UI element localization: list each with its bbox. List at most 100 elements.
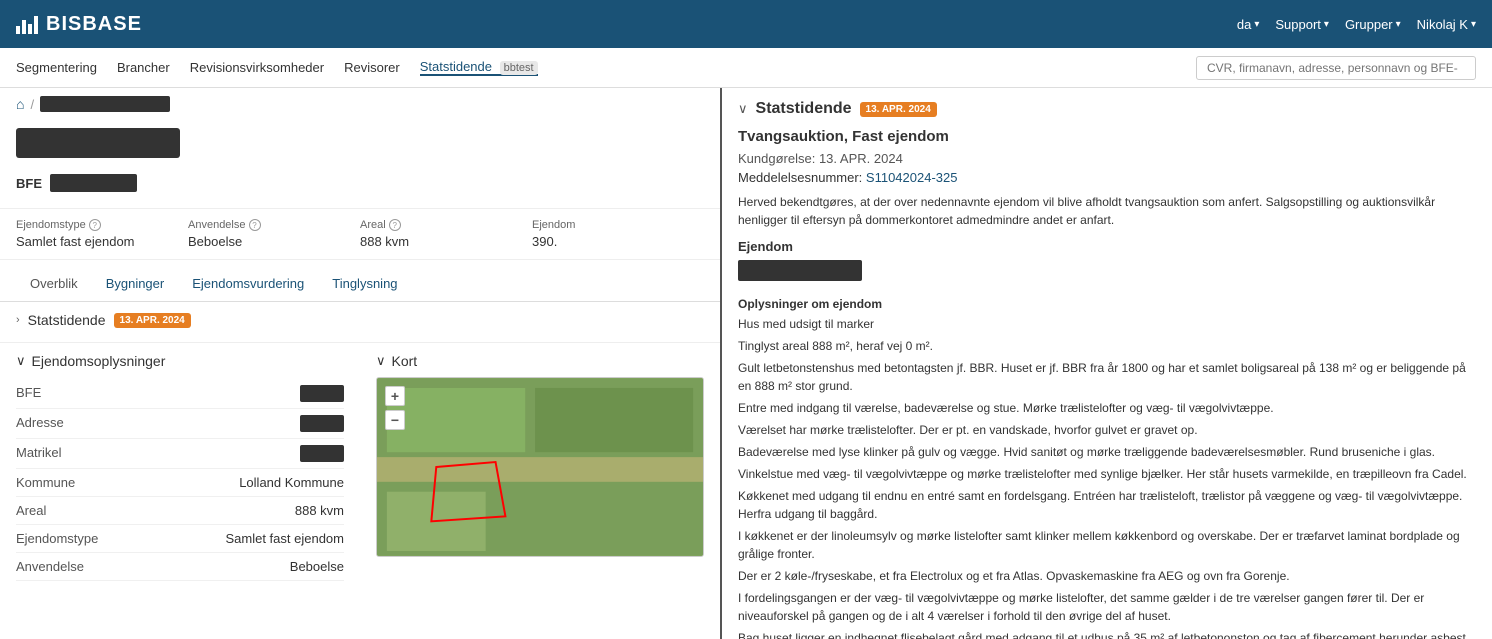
kort-section-inner: ∨ Kort	[360, 343, 720, 567]
list-item: I fordelingsgangen er der væg- til vægol…	[738, 589, 1476, 625]
map-container: + −	[376, 377, 704, 557]
list-item: Gult letbetonstenshus med betontagsten j…	[738, 359, 1476, 395]
oplysninger-title: Oplysninger om ejendom	[738, 297, 1476, 311]
list-item: Hus med udsigt til marker	[738, 315, 1476, 333]
logo-text: BISBASE	[46, 13, 142, 36]
info-icon: ?	[389, 219, 401, 231]
map-svg	[377, 378, 703, 556]
meta-ejendomstype: Ejendomstype ? Samlet fast ejendom	[16, 219, 188, 249]
right-statstidende-title: Statstidende	[756, 100, 852, 118]
table-row: Anvendelse Beboelse	[16, 553, 344, 581]
meta-ejendom-value: 390.	[532, 234, 704, 249]
nav-statstidende[interactable]: Statstidende bbtest	[420, 59, 538, 76]
info-section: ∨ Ejendomsoplysninger BFE Adresse	[0, 343, 360, 591]
table-row: Kommune Lolland Kommune	[16, 469, 344, 497]
top-nav-right: da ▾ Support ▾ Grupper ▾ Nikolaj K ▾	[1237, 17, 1476, 32]
sec-nav-left: Segmentering Brancher Revisionsvirksomhe…	[16, 59, 538, 76]
kort-header[interactable]: ∨ Kort	[376, 353, 704, 369]
top-navigation: BISBASE da ▾ Support ▾ Grupper ▾ Nikolaj…	[0, 0, 1492, 48]
left-panel: ⌂ / BFE Ejendomstype ? S	[0, 88, 720, 639]
chevron-down-icon: ∨	[738, 101, 748, 117]
chevron-down-icon: ▾	[1254, 19, 1259, 30]
bfe-label: BFE	[16, 176, 42, 191]
list-item: Vinkelstue med væg- til vægolvivtæppe og…	[738, 465, 1476, 483]
info-table: BFE Adresse Matrikel Kommune	[16, 379, 344, 581]
bfe-value	[50, 174, 137, 192]
tabs-bar: Overblik Bygninger Ejendomsvurdering Tin…	[0, 268, 720, 302]
right-panel: ∨ Statstidende 13. APR. 2024 Tvangsaukti…	[720, 88, 1492, 639]
table-row: Ejendomstype Samlet fast ejendom	[16, 525, 344, 553]
statstidende-section-left: › Statstidende 13. APR. 2024	[0, 302, 720, 343]
ejendom-redacted	[738, 260, 1476, 289]
chevron-down-icon: ▾	[1396, 19, 1401, 30]
info-icon: ?	[249, 219, 261, 231]
list-item: Badeværelse med lyse klinker på gulv og …	[738, 443, 1476, 461]
breadcrumb-text	[40, 96, 170, 112]
bottom-sections: ∨ Ejendomsoplysninger BFE Adresse	[0, 343, 720, 591]
map-zoom-out-button[interactable]: −	[385, 410, 405, 430]
adresse-redacted	[300, 415, 344, 432]
right-intro-text: Herved bekendtgøres, at der over nedenna…	[738, 193, 1476, 229]
right-date-badge: 13. APR. 2024	[860, 102, 937, 117]
tab-ejendomsvurdering[interactable]: Ejendomsvurdering	[178, 268, 318, 301]
ejendomsoplysninger-section: ∨ Ejendomsoplysninger BFE Adresse	[0, 343, 360, 591]
kort-title: Kort	[392, 353, 418, 369]
table-row: BFE	[16, 379, 344, 409]
property-meta: Ejendomstype ? Samlet fast ejendom Anven…	[0, 208, 720, 260]
meta-anvendelse: Anvendelse ? Beboelse	[188, 219, 360, 249]
nav-revisionsvirksomheder[interactable]: Revisionsvirksomheder	[190, 60, 324, 75]
bbtest-badge: bbtest	[500, 61, 538, 75]
meta-areal-value: 888 kvm	[360, 234, 532, 249]
statstidende-date-badge-left: 13. APR. 2024	[114, 313, 191, 328]
meta-anvendelse-value: Beboelse	[188, 234, 360, 249]
secondary-navigation: Segmentering Brancher Revisionsvirksomhe…	[0, 48, 1492, 88]
chevron-right-icon: ›	[16, 314, 20, 326]
bfe-bar: BFE	[16, 174, 704, 192]
list-item: I køkkenet er der linoleumsylv og mørke …	[738, 527, 1476, 563]
property-title	[16, 128, 180, 158]
tab-overblik[interactable]: Overblik	[16, 268, 92, 301]
nav-support[interactable]: Support ▾	[1275, 17, 1329, 32]
info-icon: ?	[89, 219, 101, 231]
meta-areal: Areal ? 888 kvm	[360, 219, 532, 249]
statstidende-title-left: Statstidende	[28, 312, 106, 328]
property-header: BFE	[0, 120, 720, 208]
home-icon[interactable]: ⌂	[16, 96, 24, 112]
search-input[interactable]	[1196, 56, 1476, 80]
table-row: Matrikel	[16, 439, 344, 469]
matrikel-redacted	[300, 445, 344, 462]
info-section-header[interactable]: ∨ Ejendomsoplysninger	[16, 353, 344, 369]
list-item: Tinglyst areal 888 m², heraf vej 0 m².	[738, 337, 1476, 355]
table-row: Areal 888 kvm	[16, 497, 344, 525]
ejendomsoplysninger-title: Ejendomsoplysninger	[32, 353, 166, 369]
kort-section: ∨ Kort	[360, 343, 720, 591]
meta-ejendom: Ejendom 390.	[532, 219, 704, 249]
bfe-redacted	[300, 385, 344, 402]
list-item: Entre med indgang til værelse, badeværel…	[738, 399, 1476, 417]
oplysninger-body: Hus med udsigt til marker Tinglyst areal…	[738, 315, 1476, 639]
nav-revisorer[interactable]: Revisorer	[344, 60, 400, 75]
right-main-title: Tvangsauktion, Fast ejendom	[738, 128, 1476, 145]
map-zoom-in-button[interactable]: +	[385, 386, 405, 406]
chevron-down-icon: ∨	[16, 353, 26, 369]
nav-brancher[interactable]: Brancher	[117, 60, 170, 75]
tab-bygninger[interactable]: Bygninger	[92, 268, 179, 301]
nav-da[interactable]: da ▾	[1237, 17, 1260, 32]
nav-nikolaj[interactable]: Nikolaj K ▾	[1417, 17, 1476, 32]
right-panel-header: ∨ Statstidende 13. APR. 2024	[738, 100, 1476, 118]
logo-area: BISBASE	[16, 13, 142, 36]
chevron-down-icon: ▾	[1471, 19, 1476, 30]
list-item: Bag huset ligger en indhegnet flisebelag…	[738, 629, 1476, 639]
nav-grupper[interactable]: Grupper ▾	[1345, 17, 1401, 32]
right-ejendom-section: Ejendom	[738, 239, 1476, 254]
right-meddelelse: Meddelelsesnummer: S11042024-325	[738, 170, 1476, 185]
statstidende-header-left[interactable]: › Statstidende 13. APR. 2024	[16, 312, 704, 328]
right-kundgorelse: Kundgørelse: 13. APR. 2024	[738, 151, 1476, 166]
chevron-down-icon: ∨	[376, 353, 386, 369]
tab-tinglysning[interactable]: Tinglysning	[318, 268, 411, 301]
table-row: Adresse	[16, 409, 344, 439]
logo-icon	[16, 14, 38, 34]
list-item: Værelset har mørke trælistelofter. Der e…	[738, 421, 1476, 439]
nav-segmentering[interactable]: Segmentering	[16, 60, 97, 75]
list-item: Køkkenet med udgang til endnu en entré s…	[738, 487, 1476, 523]
